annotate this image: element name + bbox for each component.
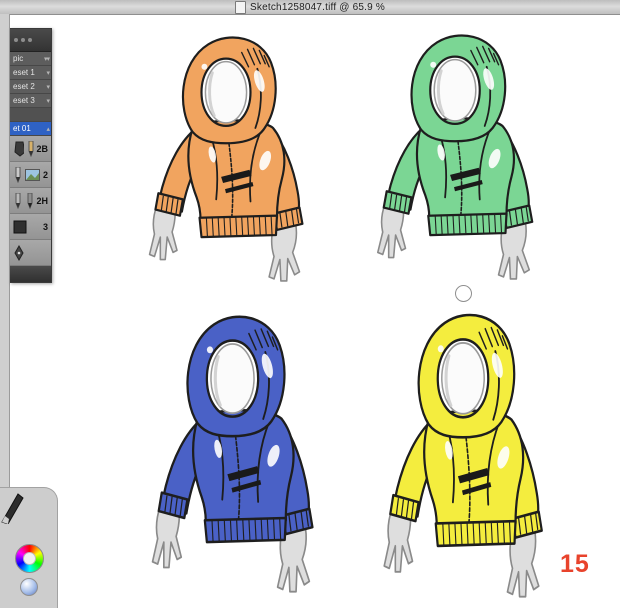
pencil-icon [27,192,33,209]
pen-nib-icon [14,244,24,261]
chevron-down-icon: ▾ [46,83,49,91]
pen-icon[interactable] [0,490,26,524]
color-wheel-icon[interactable] [15,544,44,573]
page-number: 15 [560,550,590,578]
palette-row-spacer[interactable] [10,108,51,122]
chevron-down-icon: ▾ [46,97,49,105]
hoodie-green [356,26,554,281]
brush-item-2[interactable]: 2 [10,162,51,188]
hoodie-orange [128,28,324,283]
chevron-down-icon: ▾▾ [43,55,50,63]
palette-row-pic[interactable]: pic ▾▾ [10,52,51,66]
brush-palette: pic ▾▾ eset 1 ▾ eset 2 ▾ eset 3 ▾ et 01 … [10,28,52,283]
brush-item-pen[interactable] [10,240,51,266]
brush-item-2h[interactable]: 2H [10,188,51,214]
hoodie-yellow [362,304,564,599]
palette-row-preset-1[interactable]: eset 1 ▾ [10,66,51,80]
brush-item-2b[interactable]: 2B [10,136,51,162]
pencil-icon [28,140,34,157]
chevron-down-icon: ▾ [46,69,49,77]
sphere-icon[interactable] [20,578,38,596]
document-icon [235,0,247,14]
palette-scroll-strip[interactable] [0,14,10,487]
palette-control-dot [14,38,18,42]
palette-control-dot [28,38,32,42]
brush-item-3[interactable]: 3 [10,214,51,240]
palette-control-dot [21,38,25,42]
palette-header[interactable] [10,29,51,52]
color-tool-panel [0,487,58,608]
palette-row-preset-2[interactable]: eset 2 ▾ [10,80,51,94]
window-titlebar[interactable]: Sketch1258047.tiff @ 65.9 % [0,0,620,15]
window-title: Sketch1258047.tiff @ 65.9 % [250,1,385,13]
pencil-icon [15,166,21,183]
marker-icon [14,141,25,157]
image-swatch-icon [25,168,40,181]
chevron-up-icon: ▴ [46,125,49,133]
swatch-icon [13,220,27,233]
hoodie-blue [130,306,335,594]
pencil-icon [15,192,21,209]
app-window: Sketch1258047.tiff @ 65.9 % pic ▾▾ eset … [0,0,620,608]
brush-list: 2B 2 2H 3 [10,136,51,266]
color-wheel-hub [23,552,36,565]
palette-row-selected[interactable]: et 01 ▴ [10,122,51,136]
palette-row-preset-3[interactable]: eset 3 ▾ [10,94,51,108]
palette-footer [10,266,51,282]
brush-cursor [455,285,472,302]
